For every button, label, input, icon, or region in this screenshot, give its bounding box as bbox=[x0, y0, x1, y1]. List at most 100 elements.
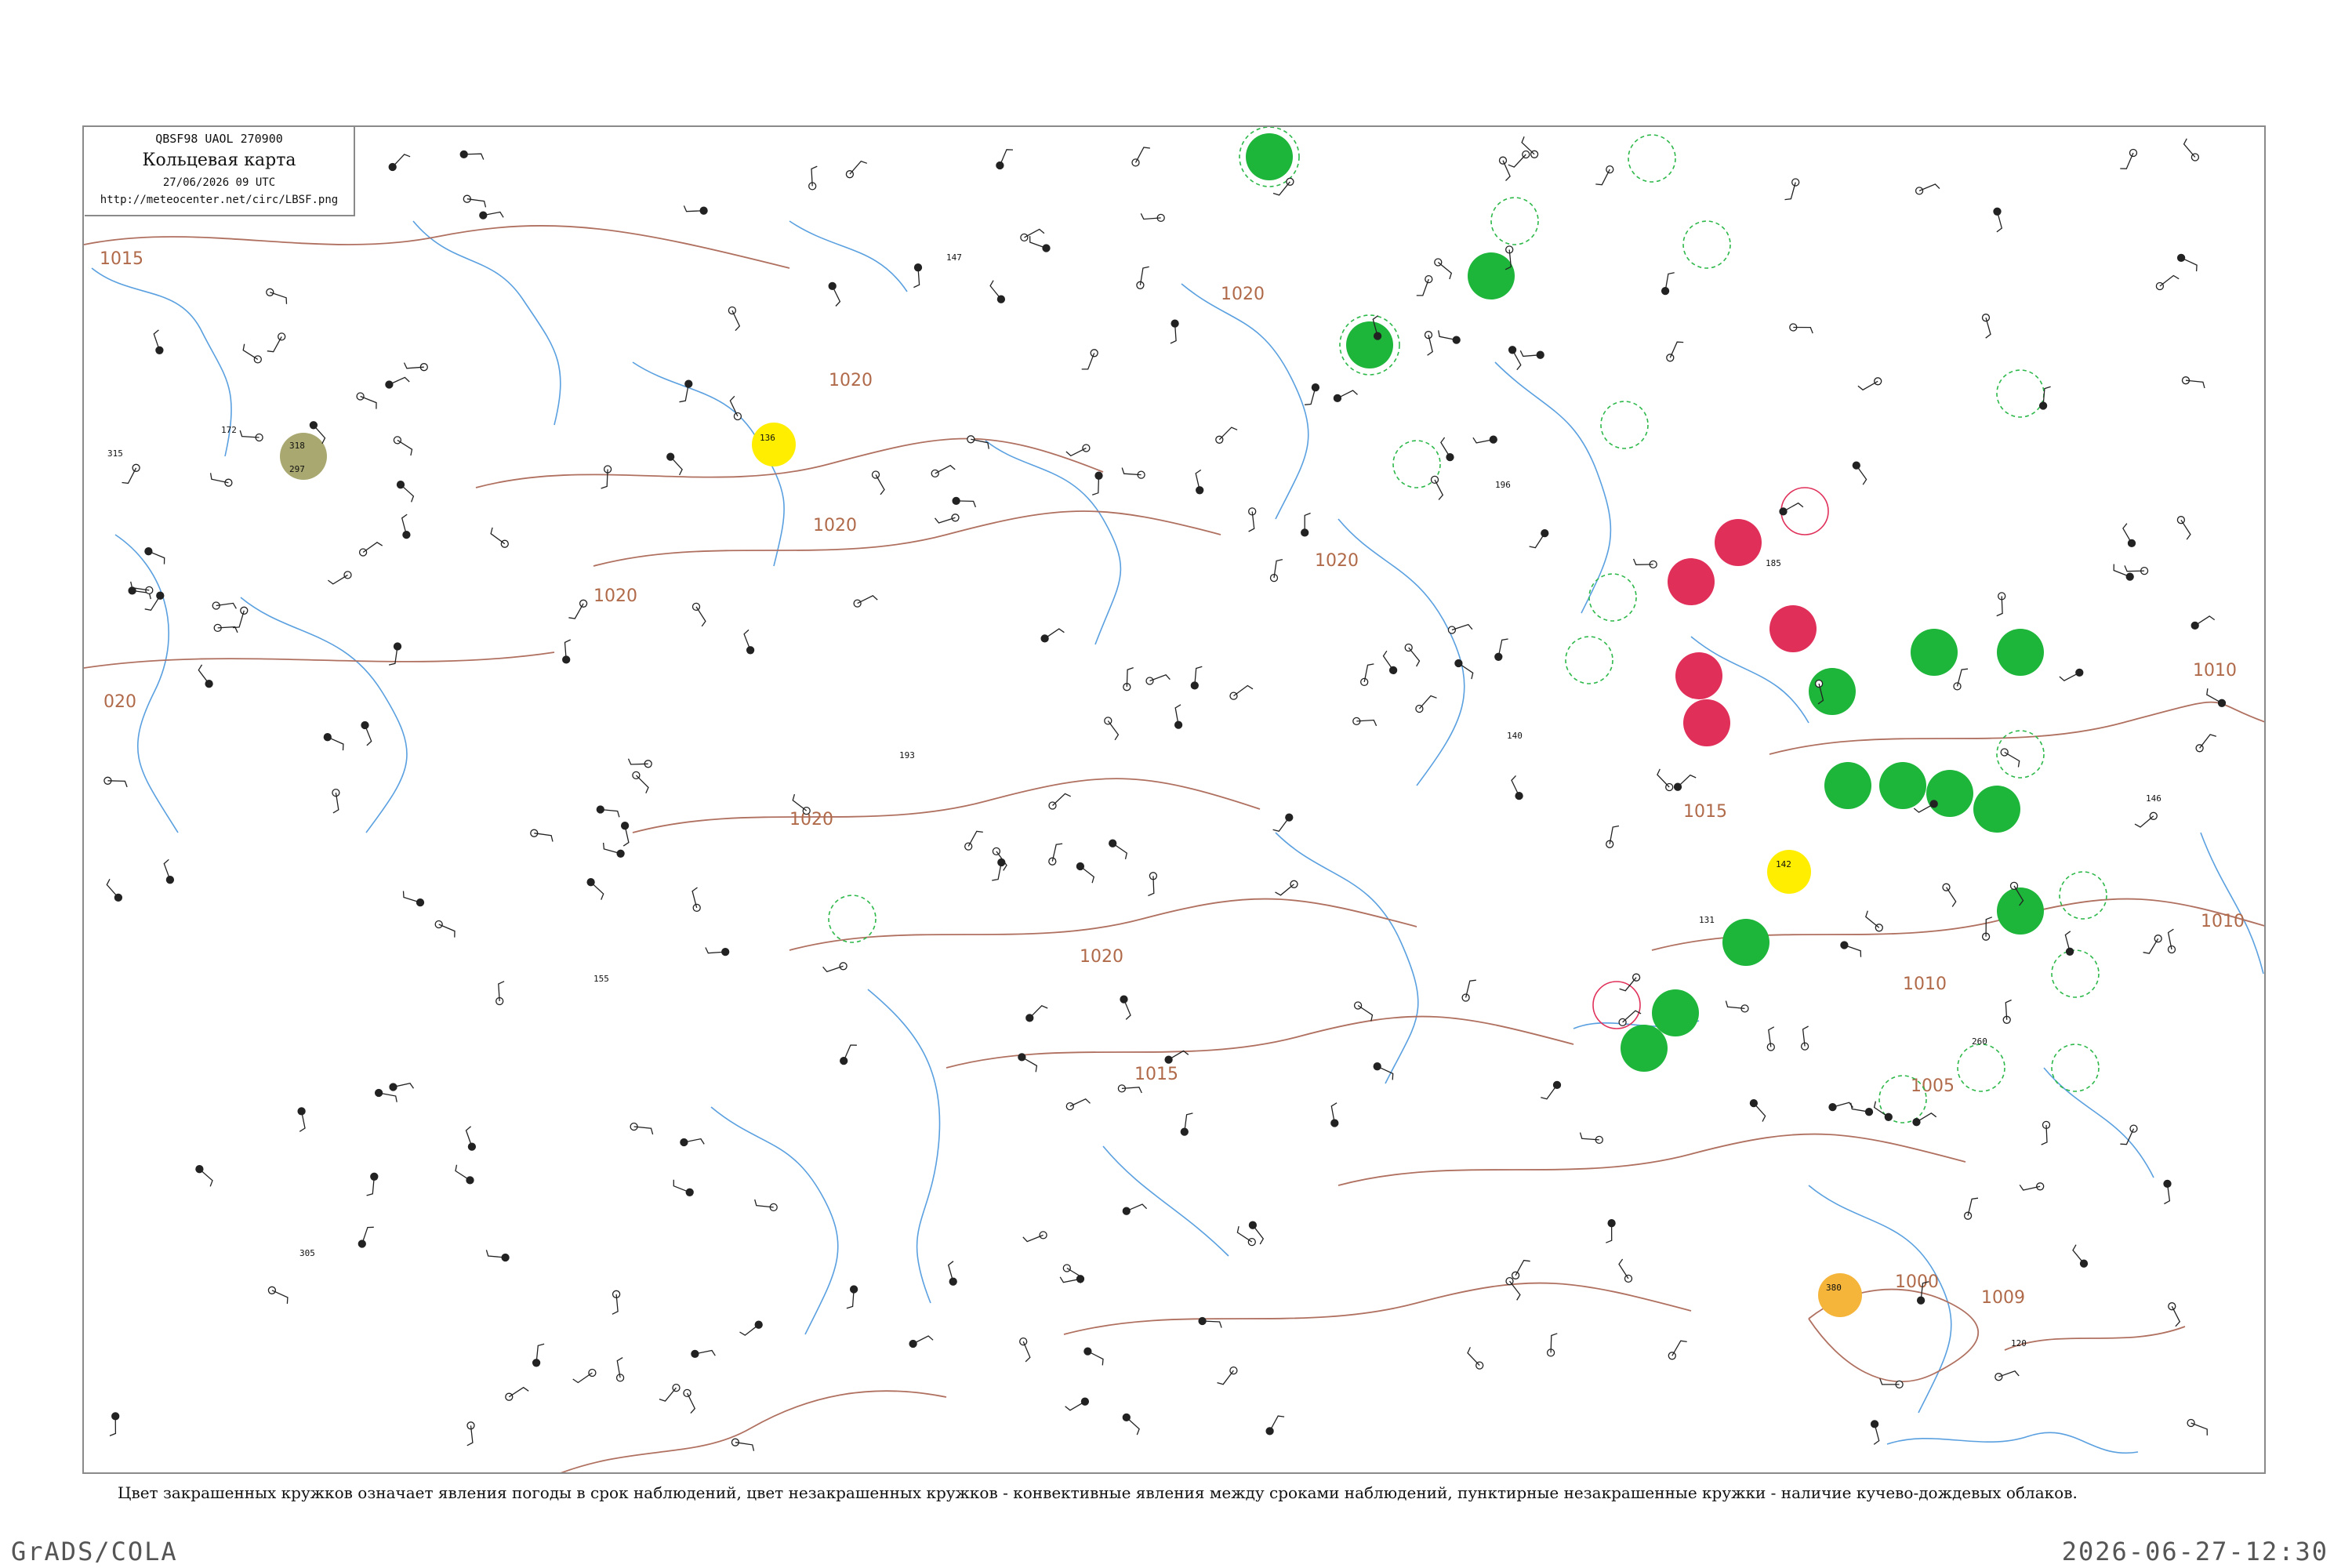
station-plot bbox=[828, 281, 841, 307]
station-plot bbox=[729, 395, 742, 421]
station-plot bbox=[358, 542, 383, 557]
station-plot bbox=[1275, 880, 1298, 896]
station-plot bbox=[1529, 528, 1549, 549]
wind-barb bbox=[1024, 228, 1045, 238]
wind-barb bbox=[2171, 1305, 2181, 1327]
station-plot bbox=[485, 1250, 510, 1262]
cb-circle bbox=[2059, 871, 2107, 920]
station-plot bbox=[1850, 1102, 1874, 1116]
wind-barb bbox=[935, 464, 956, 474]
station-plot bbox=[530, 829, 554, 842]
station-plot bbox=[1668, 1340, 1687, 1360]
station-plot bbox=[1117, 1084, 1142, 1094]
thunder-circle bbox=[1668, 558, 1715, 605]
weather-circles-layer bbox=[280, 127, 2107, 1317]
station-plot bbox=[683, 205, 708, 215]
wind-barb bbox=[913, 1335, 934, 1345]
station-plot bbox=[1025, 1005, 1048, 1022]
station-plot bbox=[1472, 435, 1497, 444]
station-plot bbox=[389, 1082, 415, 1091]
station-plot bbox=[1174, 704, 1183, 729]
station-plot bbox=[242, 343, 262, 364]
station-plot bbox=[1511, 775, 1523, 800]
station-plot bbox=[1661, 272, 1675, 296]
station-plot bbox=[1657, 768, 1674, 792]
station-plot bbox=[2176, 516, 2191, 540]
haze-circle bbox=[752, 423, 796, 466]
station-plot bbox=[1749, 1098, 1766, 1122]
station-plot bbox=[1766, 1026, 1775, 1051]
station-plot bbox=[596, 805, 620, 818]
wind-barb bbox=[1856, 465, 1867, 485]
convective-circle bbox=[1780, 487, 1829, 535]
station-plot bbox=[1190, 666, 1203, 690]
isobar-label: 1020 bbox=[1080, 947, 1123, 967]
isobar-label: 1020 bbox=[789, 810, 833, 829]
station-plot bbox=[2206, 688, 2227, 707]
station-plot bbox=[2000, 748, 2020, 768]
wind-barb bbox=[1783, 502, 1804, 512]
station-value: 297 bbox=[289, 464, 305, 474]
station-plot bbox=[739, 1320, 763, 1336]
station-plot bbox=[1148, 872, 1158, 897]
station-plot bbox=[1873, 1101, 1893, 1121]
station-plot bbox=[1981, 916, 1993, 941]
station-plot bbox=[2072, 1244, 2089, 1268]
station-plot bbox=[1840, 941, 1862, 957]
wind-barb bbox=[1512, 349, 1522, 371]
station-plot bbox=[495, 981, 505, 1006]
station-plot bbox=[1301, 512, 1311, 537]
station-plot bbox=[2113, 564, 2134, 581]
station-plot bbox=[267, 332, 286, 353]
station-plot bbox=[2122, 523, 2136, 548]
station-plot bbox=[2176, 253, 2198, 272]
station-plot bbox=[2155, 274, 2180, 291]
station-marker bbox=[828, 281, 837, 291]
rain-circle bbox=[1809, 668, 1856, 715]
station-plot bbox=[1164, 1050, 1189, 1064]
station-plot bbox=[1447, 623, 1473, 634]
station-marker bbox=[1942, 883, 1951, 891]
station-plot bbox=[967, 435, 989, 449]
map-title-box: QBSF98 UAOL 270900 Кольцевая карта 27/06… bbox=[85, 127, 355, 216]
station-plot bbox=[2167, 928, 2176, 954]
station-value: 185 bbox=[1766, 558, 1781, 568]
station-plot bbox=[479, 211, 504, 220]
wind-barb bbox=[163, 858, 171, 880]
wind-barb bbox=[739, 1324, 760, 1336]
wind-barb bbox=[731, 310, 741, 332]
station-plot bbox=[2190, 615, 2216, 630]
station-plot bbox=[356, 392, 377, 409]
station-plot bbox=[909, 1335, 934, 1348]
station-plot bbox=[1215, 426, 1238, 444]
station-plot bbox=[266, 288, 288, 304]
station-plot bbox=[680, 1138, 705, 1147]
wind-barb bbox=[2194, 615, 2216, 626]
station-plot bbox=[434, 920, 456, 938]
station-plot bbox=[1981, 314, 1991, 339]
station-plot bbox=[239, 430, 263, 442]
station-plot bbox=[106, 878, 123, 902]
station-plot bbox=[853, 595, 878, 608]
isobar-label: 1020 bbox=[593, 586, 637, 606]
station-plot bbox=[1494, 638, 1508, 661]
wind-barb bbox=[1913, 803, 1935, 813]
station-plot bbox=[1305, 383, 1320, 405]
wind-barb bbox=[389, 376, 410, 386]
map-canvas: 1015 1020 1020 1020 1020 1020 1020 1020 … bbox=[84, 127, 2264, 1472]
station-plot bbox=[846, 1285, 858, 1309]
station-plot bbox=[2064, 931, 2074, 956]
wind-barb bbox=[2180, 519, 2191, 540]
station-plot bbox=[1121, 467, 1145, 479]
wind-barb bbox=[2122, 523, 2132, 544]
station-plot bbox=[1131, 147, 1150, 167]
station-plot bbox=[2124, 565, 2149, 575]
wind-barb bbox=[1069, 1098, 1091, 1107]
station-plot bbox=[1048, 793, 1071, 810]
isobar-label: 020 bbox=[103, 692, 136, 712]
station-plot bbox=[2041, 1120, 2051, 1145]
station-plot bbox=[109, 1412, 120, 1437]
station-plot bbox=[466, 1421, 475, 1446]
wind-barb bbox=[832, 285, 841, 307]
station-plot bbox=[1415, 695, 1437, 713]
